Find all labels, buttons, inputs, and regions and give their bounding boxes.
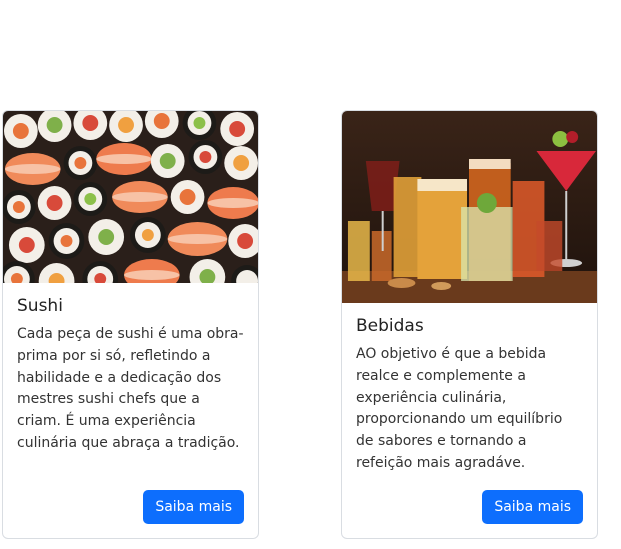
card-title: Sushi (17, 296, 63, 316)
drinks-image (342, 111, 597, 303)
card-body: Sushi Cada peça de sushi é uma obra-prim… (3, 296, 258, 455)
saiba-mais-button[interactable]: Saiba mais (143, 490, 244, 524)
card-sushi: Sushi Cada peça de sushi é uma obra-prim… (2, 110, 259, 539)
card-title: Bebidas (356, 316, 424, 336)
card-body: Bebidas AO objetivo é que a bebida realc… (342, 316, 597, 475)
card-description: AO objetivo é que a bebida realce e comp… (356, 346, 563, 471)
sushi-image (3, 111, 258, 283)
saiba-mais-button[interactable]: Saiba mais (482, 490, 583, 524)
card-bebidas: Bebidas AO objetivo é que a bebida realc… (341, 110, 598, 539)
card-description: Cada peça de sushi é uma obra-prima por … (17, 326, 244, 451)
page: Sushi Cada peça de sushi é uma obra-prim… (0, 0, 621, 549)
